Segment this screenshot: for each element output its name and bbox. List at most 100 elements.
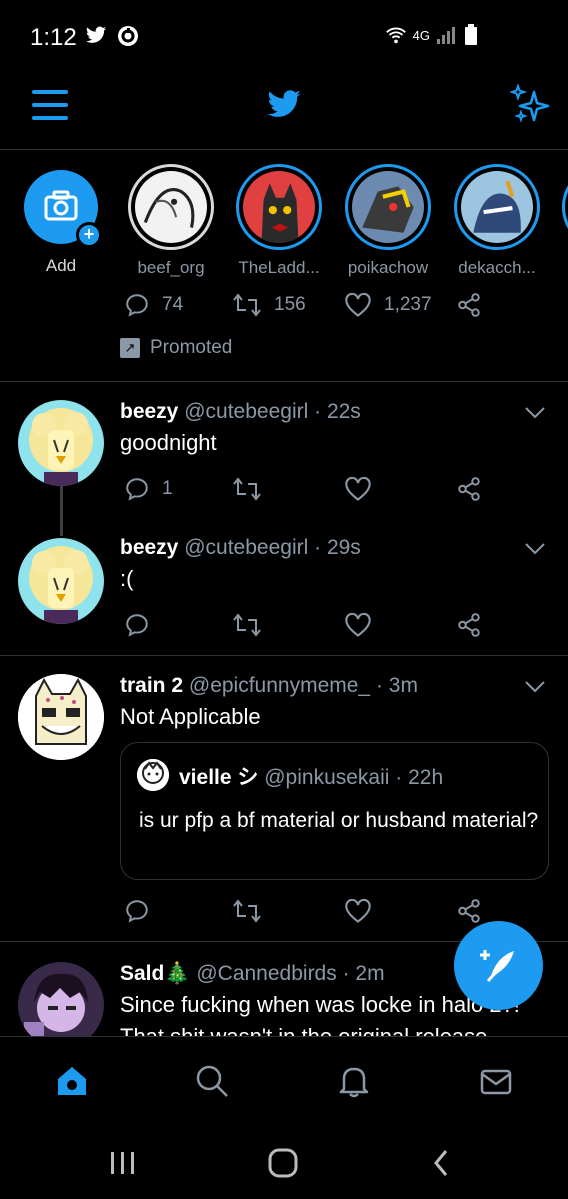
reply-icon[interactable] [124, 898, 150, 924]
fleet-item[interactable]: poikachow [343, 164, 433, 278]
retweet-icon [233, 293, 261, 317]
reply-icon[interactable] [124, 612, 150, 638]
avatar[interactable] [18, 674, 104, 760]
share-icon[interactable] [456, 292, 482, 318]
compose-feather-icon [480, 950, 514, 982]
fleet-avatar [243, 171, 315, 243]
retweet-icon[interactable] [232, 476, 262, 502]
display-name[interactable]: train 2 [120, 674, 183, 697]
tweet-text: Not Applicable [120, 704, 261, 729]
add-fleet-button[interactable]: + [24, 170, 102, 248]
quoted-tweet[interactable]: vielle シ @pinkusekaii · 22h is ur pfp a … [120, 742, 549, 880]
handle[interactable]: @cutebeegirl [184, 536, 308, 559]
timestamp: · 3m [375, 674, 418, 697]
chevron-down-icon[interactable] [524, 680, 546, 694]
tweet-text: :( [120, 566, 134, 591]
fleet-avatar-ring [454, 164, 540, 250]
system-navigation-bar [0, 1126, 568, 1199]
messages-icon[interactable] [478, 1063, 514, 1099]
timestamp: · 2m [342, 962, 385, 985]
quoted-tweet-header: vielle シ @pinkusekaii · 22h [179, 761, 443, 791]
fleet-avatar-ring [236, 164, 322, 250]
timestamp: · 22h [395, 766, 444, 789]
heart-icon [345, 292, 371, 317]
fleet-item-partial[interactable] [560, 164, 568, 250]
home-button-icon[interactable] [266, 1148, 300, 1178]
tweet-header: beezy @cutebeegirl · 22s [120, 400, 361, 424]
fleets-row: + Add beef_org TheLadd... poikachow deka… [0, 150, 568, 282]
like-button[interactable]: 1,237 [344, 292, 432, 318]
fleet-label: TheLadd... [238, 258, 320, 277]
heart-icon[interactable] [344, 612, 372, 638]
tweet[interactable]: beezy @cutebeegirl · 29s :( [0, 520, 568, 656]
promoted-label: ↗ Promoted [120, 337, 232, 359]
sync-notification-icon [118, 26, 138, 46]
recent-apps-icon[interactable] [106, 1148, 140, 1178]
avatar[interactable] [18, 400, 104, 486]
avatar[interactable] [18, 538, 104, 624]
quoted-avatar [137, 759, 169, 791]
fleet-label: Add [45, 256, 77, 275]
search-icon[interactable] [194, 1063, 230, 1099]
fleet-avatar [352, 171, 424, 243]
promoted-arrow-icon: ↗ [120, 338, 140, 358]
fleet-avatar-ring [128, 164, 214, 250]
display-name[interactable]: beezy [120, 536, 178, 559]
handle[interactable]: @Cannedbirds [196, 962, 336, 985]
reply-button[interactable]: 74 [124, 292, 183, 318]
bottom-navigation [0, 1036, 568, 1126]
fleet-label: beef_org [137, 258, 205, 277]
timestamp: · 22s [314, 400, 361, 423]
tweet-text: goodnight [120, 430, 217, 455]
reply-count: 74 [162, 294, 184, 315]
like-count: 1,237 [384, 294, 432, 315]
retweet-icon[interactable] [232, 612, 262, 638]
fleet-add[interactable]: + Add [16, 164, 106, 276]
share-icon[interactable] [456, 476, 482, 502]
plus-icon: + [76, 222, 102, 248]
fleet-avatar-ring [345, 164, 431, 250]
fleet-item[interactable]: TheLadd... [234, 164, 324, 278]
reply-count: 1 [162, 478, 173, 499]
sparkle-icon[interactable] [510, 84, 550, 124]
battery-icon [465, 24, 477, 45]
notifications-icon[interactable] [336, 1063, 372, 1099]
retweet-count: 156 [274, 294, 306, 315]
promoted-text: Promoted [150, 337, 233, 358]
avatar[interactable] [18, 962, 104, 1036]
reply-icon [126, 294, 148, 317]
signal-icon [437, 27, 455, 44]
share-icon[interactable] [456, 612, 482, 638]
display-name[interactable]: Sald🎄 [120, 962, 191, 985]
home-icon[interactable] [54, 1063, 90, 1099]
tweet-text-continued: That shit wasn't in the original release [120, 1024, 487, 1036]
retweet-icon[interactable] [232, 898, 262, 924]
fleet-label: dekacch... [458, 258, 536, 277]
tweet[interactable]: beezy @cutebeegirl · 22s goodnight 1 [0, 382, 568, 522]
twitter-bird-icon [267, 90, 301, 117]
twitter-notification-icon [85, 26, 107, 43]
fleet-avatar-ring [562, 164, 568, 250]
status-bar: 1:12 4G [0, 0, 568, 70]
tweet-header: Sald🎄 @Cannedbirds · 2m [120, 962, 385, 986]
handle[interactable]: @epicfunnymeme_ [189, 674, 370, 697]
status-time: 1:12 [30, 24, 77, 51]
fleet-item[interactable]: beef_org [126, 164, 216, 278]
display-name[interactable]: beezy [120, 400, 178, 423]
retweet-button[interactable]: 156 [232, 292, 306, 318]
chevron-down-icon[interactable] [524, 542, 546, 556]
back-icon[interactable] [426, 1148, 460, 1178]
promoted-tweet-actions: 74 156 1,237 ↗ Promoted [0, 282, 568, 382]
fleet-item[interactable]: dekacch... [452, 164, 542, 278]
heart-icon[interactable] [344, 476, 372, 502]
menu-icon[interactable] [32, 88, 68, 122]
fleet-avatar [461, 171, 533, 243]
reply-button[interactable]: 1 [124, 476, 173, 502]
chevron-down-icon[interactable] [524, 406, 546, 420]
heart-icon[interactable] [344, 898, 372, 924]
timestamp: · 29s [314, 536, 361, 559]
reply-icon [126, 478, 148, 501]
compose-tweet-button[interactable] [454, 921, 543, 1010]
handle[interactable]: @cutebeegirl [184, 400, 308, 423]
fleet-avatar [135, 171, 207, 243]
